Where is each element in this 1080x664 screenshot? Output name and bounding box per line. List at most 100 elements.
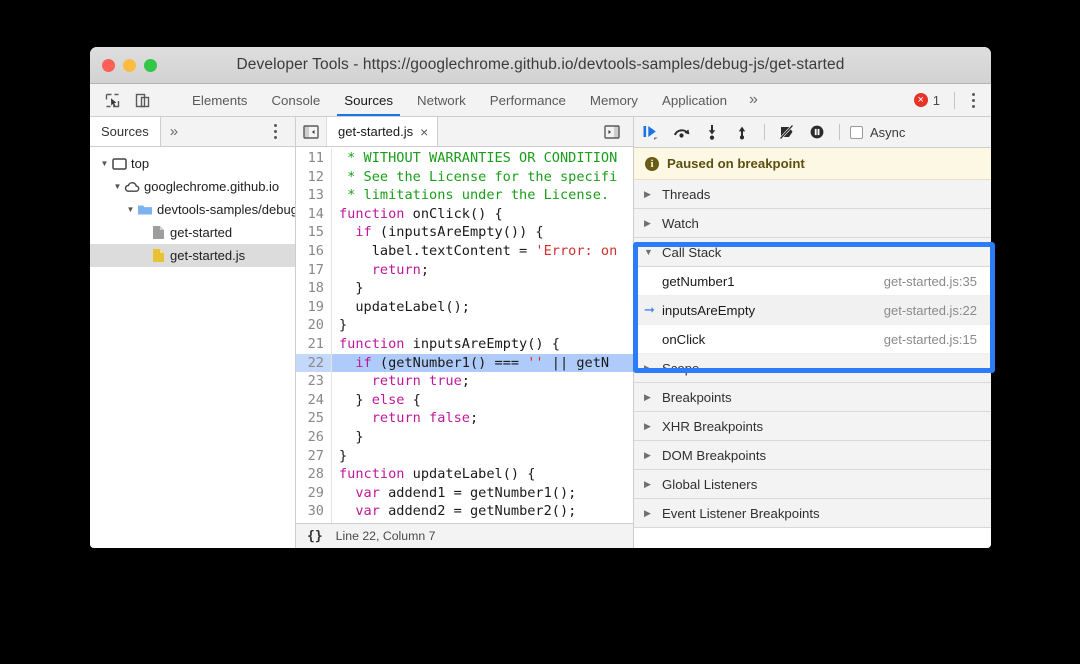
line-number[interactable]: 17 — [296, 261, 332, 280]
pretty-print-icon[interactable]: {} — [307, 529, 323, 544]
line-number[interactable]: 11 — [296, 149, 332, 168]
device-toolbar-icon[interactable] — [129, 88, 155, 112]
expand-triangle-icon[interactable]: ▼ — [124, 205, 137, 214]
code-line[interactable]: 24 } else { — [296, 391, 633, 410]
tree-item-get-started[interactable]: get-started — [90, 221, 295, 244]
code-line[interactable]: 27} — [296, 447, 633, 466]
line-number[interactable]: 27 — [296, 447, 332, 466]
show-debugger-icon[interactable] — [596, 125, 627, 139]
tab-application[interactable]: Application — [650, 84, 739, 116]
code-line[interactable]: 29 var addend1 = getNumber1(); — [296, 484, 633, 503]
more-tabs-chevron-icon[interactable]: » — [739, 84, 768, 116]
tab-network[interactable]: Network — [405, 84, 478, 116]
line-number[interactable]: 18 — [296, 279, 332, 298]
tab-memory[interactable]: Memory — [578, 84, 650, 116]
expand-triangle-icon[interactable]: ▼ — [98, 159, 111, 168]
navigator-more-chevron-icon[interactable]: » — [161, 117, 187, 146]
step-over-next-function-call-icon[interactable] — [668, 120, 696, 144]
call-stack-frame-onclick[interactable]: onClick get-started.js:15 — [634, 325, 991, 354]
line-number[interactable]: 16 — [296, 242, 332, 261]
code-line[interactable]: 26 } — [296, 428, 633, 447]
code-line[interactable]: 18 } — [296, 279, 633, 298]
line-number[interactable]: 20 — [296, 316, 332, 335]
code-line[interactable]: 11 * WITHOUT WARRANTIES OR CONDITION — [296, 149, 633, 168]
resume-script-execution-icon[interactable] — [638, 120, 666, 144]
line-number[interactable]: 23 — [296, 372, 332, 391]
code-editor[interactable]: 11 * WITHOUT WARRANTIES OR CONDITION12 *… — [296, 147, 633, 523]
line-number[interactable]: 21 — [296, 335, 332, 354]
line-number[interactable]: 14 — [296, 205, 332, 224]
kebab-menu-icon[interactable] — [963, 93, 983, 108]
navigator-tab-sources[interactable]: Sources — [90, 117, 161, 146]
tree-item-folder[interactable]: ▼ devtools-samples/debug-js — [90, 198, 295, 221]
line-number[interactable]: 29 — [296, 484, 332, 503]
navigator-menu-button[interactable] — [265, 117, 295, 146]
minimize-button[interactable] — [123, 59, 136, 72]
section-breakpoints[interactable]: ▶ Breakpoints — [634, 383, 991, 412]
line-number[interactable]: 26 — [296, 428, 332, 447]
section-watch[interactable]: ▶ Watch — [634, 209, 991, 238]
line-number[interactable]: 15 — [296, 223, 332, 242]
editor-tab-get-started-js[interactable]: get-started.js × — [327, 117, 438, 146]
tree-item-top[interactable]: ▼ top — [90, 152, 295, 175]
inspect-element-icon[interactable] — [99, 88, 125, 112]
code-line[interactable]: 13 * limitations under the License. — [296, 186, 633, 205]
devtools-tabbar: Elements Console Sources Network Perform… — [90, 84, 991, 117]
call-stack-frame-inputsareempty[interactable]: ➞ inputsAreEmpty get-started.js:22 — [634, 296, 991, 325]
code-line[interactable]: 23 return true; — [296, 372, 633, 391]
section-event-listener-breakpoints[interactable]: ▶ Event Listener Breakpoints — [634, 499, 991, 528]
line-number[interactable]: 24 — [296, 391, 332, 410]
tab-console[interactable]: Console — [259, 84, 332, 116]
code-line[interactable]: 15 if (inputsAreEmpty()) { — [296, 223, 633, 242]
code-line[interactable]: 19 updateLabel(); — [296, 298, 633, 317]
expand-triangle-icon: ▶ — [644, 450, 653, 461]
line-number[interactable]: 22 — [296, 354, 332, 373]
tab-performance[interactable]: Performance — [478, 84, 578, 116]
line-number[interactable]: 13 — [296, 186, 332, 205]
file-tree: ▼ top ▼ googlechrome.github — [90, 147, 295, 548]
section-xhr-breakpoints[interactable]: ▶ XHR Breakpoints — [634, 412, 991, 441]
error-circle-icon: × — [914, 93, 928, 107]
show-navigator-icon[interactable] — [296, 117, 327, 146]
step-into-next-function-call-icon[interactable] — [698, 120, 726, 144]
code-line[interactable]: 30 var addend2 = getNumber2(); — [296, 502, 633, 521]
step-out-of-current-function-icon[interactable] — [728, 120, 756, 144]
code-line[interactable]: 16 label.textContent = 'Error: on — [296, 242, 633, 261]
call-stack-frame-getnumber1[interactable]: getNumber1 get-started.js:35 — [634, 267, 991, 296]
section-global-listeners[interactable]: ▶ Global Listeners — [634, 470, 991, 499]
section-threads[interactable]: ▶ Threads — [634, 180, 991, 209]
code-line[interactable]: 22 if (getNumber1() === '' || getN — [296, 354, 633, 373]
expand-triangle-icon[interactable]: ▼ — [111, 182, 124, 191]
pause-on-exceptions-icon[interactable] — [803, 120, 831, 144]
line-number[interactable]: 28 — [296, 465, 332, 484]
code-line[interactable]: 21function inputsAreEmpty() { — [296, 335, 633, 354]
line-number[interactable]: 19 — [296, 298, 332, 317]
tab-sources[interactable]: Sources — [332, 84, 405, 116]
tree-item-domain[interactable]: ▼ googlechrome.github.io — [90, 175, 295, 198]
code-line[interactable]: 28function updateLabel() { — [296, 465, 633, 484]
line-number[interactable]: 25 — [296, 409, 332, 428]
code-line[interactable]: 20} — [296, 316, 633, 335]
async-stack-toggle[interactable]: Async — [850, 125, 905, 140]
section-call-stack[interactable]: ▼ Call Stack — [634, 238, 991, 267]
zoom-button[interactable] — [144, 59, 157, 72]
tab-elements[interactable]: Elements — [180, 84, 259, 116]
tree-item-get-started-js[interactable]: get-started.js — [90, 244, 295, 267]
async-checkbox[interactable] — [850, 126, 863, 139]
section-dom-breakpoints[interactable]: ▶ DOM Breakpoints — [634, 441, 991, 470]
line-number[interactable]: 12 — [296, 168, 332, 187]
code-line[interactable]: 12 * See the License for the specifi — [296, 168, 633, 187]
error-badge[interactable]: × 1 — [908, 93, 946, 108]
window-titlebar: Developer Tools - https://googlechrome.g… — [90, 47, 991, 84]
section-scope[interactable]: ▶ Scope — [634, 354, 991, 383]
code-line[interactable]: 14function onClick() { — [296, 205, 633, 224]
line-number[interactable]: 30 — [296, 502, 332, 521]
close-icon[interactable]: × — [420, 125, 428, 139]
code-line[interactable]: 31 var sum = addend1 + addend2; — [296, 521, 633, 523]
line-number[interactable]: 31 — [296, 521, 332, 523]
deactivate-breakpoints-icon[interactable] — [773, 120, 801, 144]
close-button[interactable] — [102, 59, 115, 72]
code-line[interactable]: 17 return; — [296, 261, 633, 280]
line-text: } — [332, 316, 347, 335]
code-line[interactable]: 25 return false; — [296, 409, 633, 428]
